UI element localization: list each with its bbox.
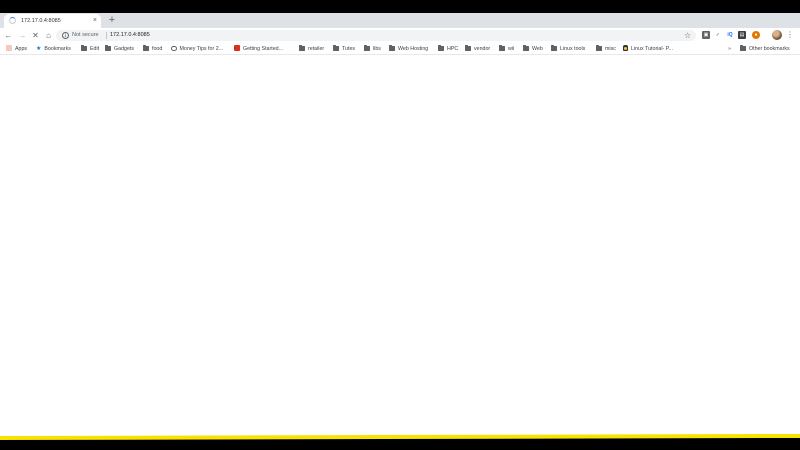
extension-2-icon[interactable]: ✓ — [714, 31, 722, 39]
tab-active[interactable]: 172.17.0.4:8085 × — [4, 14, 101, 28]
page-content — [0, 56, 800, 437]
folder-icon — [438, 45, 444, 51]
bookmark-folder-hpc[interactable]: HPC — [438, 45, 458, 53]
bookmark-folder-linux-tools[interactable]: Linux tools — [551, 45, 585, 53]
back-button[interactable]: ← — [3, 30, 14, 41]
apps-grid-icon — [6, 45, 12, 51]
bookmark-label: wii — [508, 46, 515, 52]
folder-icon — [499, 45, 505, 51]
tab-strip: 172.17.0.4:8085 × + — [0, 13, 800, 28]
tab-title: 172.17.0.4:8085 — [21, 18, 61, 24]
url-text[interactable]: 172.17.0.4:8085 — [110, 32, 150, 39]
folder-icon — [105, 45, 111, 51]
globe-icon — [171, 45, 177, 51]
folder-icon — [143, 45, 149, 51]
star-icon: ★ — [36, 46, 42, 52]
folder-icon — [465, 45, 471, 51]
bookmark-linux-tutorial[interactable]: Linux Tutorial- P... — [623, 45, 673, 53]
bookmark-label: Gadgets — [114, 46, 135, 52]
bookmark-label: Linux Tutorial- P... — [631, 46, 674, 52]
extension-5-icon[interactable]: ● — [752, 31, 760, 39]
bookmark-folder-web[interactable]: Web — [523, 45, 543, 53]
recording-progress-bar — [0, 433, 800, 441]
bookmark-label: Getting Started... — [243, 46, 284, 52]
bookmarks-overflow-icon[interactable]: » — [728, 45, 731, 53]
bookmark-folder-edit[interactable]: Edit — [81, 45, 99, 53]
bookmark-getting-started[interactable]: Getting Started... — [234, 45, 283, 53]
bookmark-folder-gadgets[interactable]: Gadgets — [105, 45, 134, 53]
folder-icon — [596, 45, 602, 51]
toolbar: ← → ✕ ⌂ i Not secure 172.17.0.4:8085 ☆ ▣… — [0, 28, 800, 43]
bookmark-other-bookmarks[interactable]: Other bookmarks — [740, 45, 790, 53]
bookmark-label: Bookmarks — [44, 46, 71, 52]
bookmark-folder-food[interactable]: food — [143, 45, 162, 53]
folder-icon — [299, 45, 305, 51]
bookmark-label: Web Hosting — [398, 46, 429, 52]
address-bar[interactable]: i Not secure 172.17.0.4:8085 ☆ — [56, 30, 696, 41]
bookmark-star-icon[interactable]: ☆ — [684, 31, 691, 40]
bookmark-label: misc — [605, 46, 616, 52]
forward-button[interactable]: → — [17, 30, 28, 41]
bookmark-label: libs — [373, 46, 381, 52]
folder-icon — [333, 45, 339, 51]
bookmark-label: Other bookmarks — [749, 46, 790, 52]
bookmark-apps[interactable]: Apps — [6, 45, 27, 53]
bookmark-folder-web-hosting[interactable]: Web Hosting — [389, 45, 428, 53]
bookmark-label: Web — [532, 46, 543, 52]
bookmark-label: HPC — [447, 46, 459, 52]
bookmark-label: vendor — [474, 46, 491, 52]
bookmark-label: retailer — [308, 46, 325, 52]
bookmark-label: Money Tips for 2... — [179, 46, 224, 52]
bookmark-label: food — [152, 46, 163, 52]
bookmark-label: Linux tools — [560, 46, 586, 52]
tux-icon — [623, 45, 628, 51]
tab-close-icon[interactable]: × — [93, 16, 97, 25]
menu-icon[interactable]: ⋮ — [786, 30, 794, 40]
folder-icon — [81, 45, 87, 51]
home-button[interactable]: ⌂ — [43, 30, 54, 41]
new-tab-button[interactable]: + — [106, 14, 118, 26]
bookmark-folder-misc[interactable]: misc — [596, 45, 616, 53]
security-label[interactable]: Not secure — [72, 32, 99, 39]
profile-avatar[interactable] — [772, 30, 782, 40]
extension-3-icon[interactable]: iQ — [726, 31, 734, 39]
bookmarks-bar: Apps ★ Bookmarks Edit Gadgets food Money … — [0, 43, 800, 55]
bookmark-label: Apps — [15, 46, 28, 52]
bookmark-bookmarks[interactable]: ★ Bookmarks — [36, 45, 71, 53]
folder-icon — [364, 45, 370, 51]
bookmark-folder-retailer[interactable]: retailer — [299, 45, 324, 53]
folder-icon — [389, 45, 395, 51]
folder-icon — [523, 45, 529, 51]
bookmark-folder-wii[interactable]: wii — [499, 45, 514, 53]
bookmark-folder-vendor[interactable]: vendor — [465, 45, 490, 53]
folder-icon — [740, 45, 746, 51]
browser-window: 172.17.0.4:8085 × + ← → ✕ ⌂ i Not secure… — [0, 13, 800, 437]
folder-icon — [551, 45, 557, 51]
bookmark-folder-tutes[interactable]: Tutes — [333, 45, 355, 53]
extension-1-icon[interactable]: ▣ — [702, 31, 710, 39]
bookmark-label: Edit — [90, 46, 100, 52]
screen: 172.17.0.4:8085 × + ← → ✕ ⌂ i Not secure… — [0, 0, 800, 450]
bookmark-money-tips[interactable]: Money Tips for 2... — [171, 45, 223, 53]
bookmark-label: Tutes — [342, 46, 356, 52]
stop-button[interactable]: ✕ — [30, 30, 41, 41]
bookmark-folder-libs[interactable]: libs — [364, 45, 381, 53]
extension-4-icon[interactable]: ▤ — [738, 31, 746, 39]
loading-spinner-icon — [9, 17, 16, 24]
info-icon[interactable]: i — [62, 32, 69, 39]
divider — [106, 32, 107, 39]
site-favicon-icon — [234, 45, 240, 51]
